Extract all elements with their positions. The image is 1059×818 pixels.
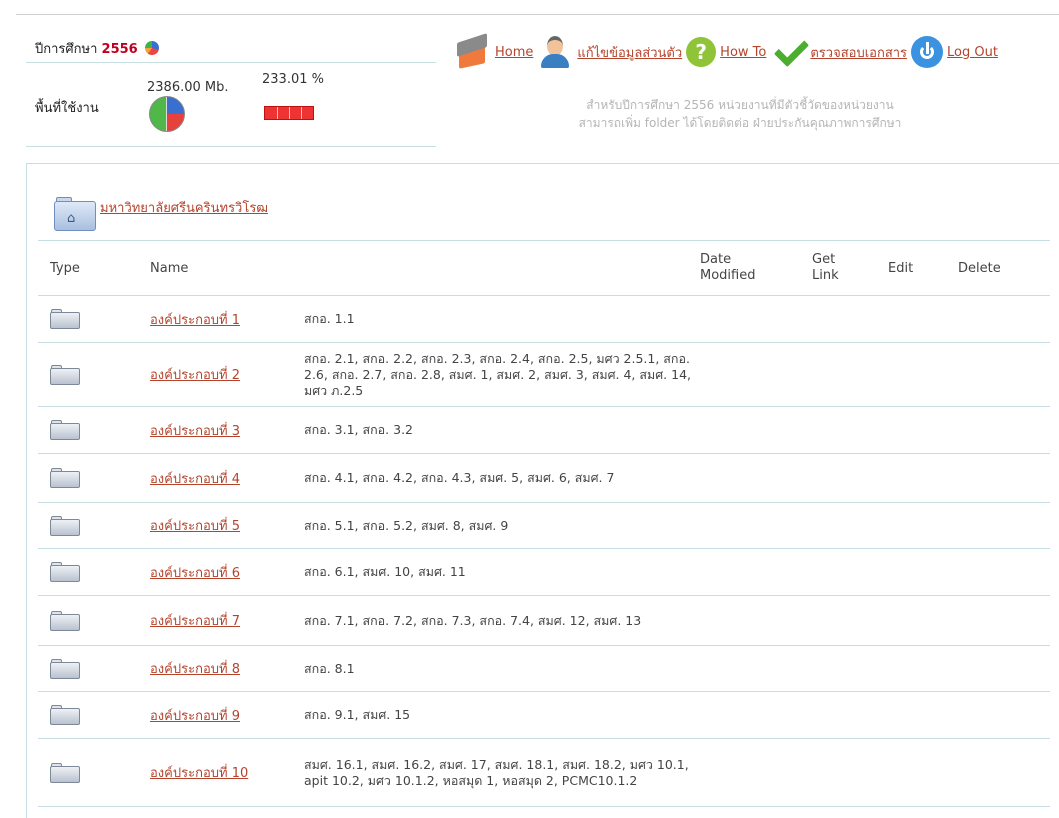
top-nav: Home แก้ไขข้อมูลส่วนตัว ? How To ตรวจสอบ… <box>455 32 1002 72</box>
table-row: องค์ประกอบที่ 9 สกอ. 9.1, สมศ. 15 <box>38 691 1050 739</box>
divider <box>26 62 436 63</box>
notice-line-1: สำหรับปีการศึกษา 2556 หน่วยงานที่มีตัวชี… <box>586 98 894 112</box>
home-icon[interactable] <box>455 34 491 70</box>
nav-howto[interactable]: ? How To <box>686 37 766 67</box>
folder-icon[interactable] <box>50 309 80 329</box>
header-get-link: Get Link <box>812 240 888 296</box>
folder-link[interactable]: องค์ประกอบที่ 9 <box>150 709 240 724</box>
folder-icon[interactable] <box>50 468 80 488</box>
folder-icon[interactable] <box>50 562 80 582</box>
folder-description: สกอ. 9.1, สมศ. 15 <box>304 691 700 739</box>
table-row: องค์ประกอบที่ 4 สกอ. 4.1, สกอ. 4.2, สกอ.… <box>38 453 1050 503</box>
table-row: องค์ประกอบที่ 3 สกอ. 3.1, สกอ. 3.2 <box>38 406 1050 454</box>
table-row: องค์ประกอบที่ 5 สกอ. 5.1, สกอ. 5.2, สมศ.… <box>38 502 1050 549</box>
nav-home[interactable]: Home <box>455 34 533 70</box>
divider <box>26 146 436 147</box>
header-edit: Edit <box>888 240 958 296</box>
folder-description: สกอ. 7.1, สกอ. 7.2, สกอ. 7.3, สกอ. 7.4, … <box>304 595 700 646</box>
table-row: องค์ประกอบที่ 7 สกอ. 7.1, สกอ. 7.2, สกอ.… <box>38 595 1050 646</box>
folder-link[interactable]: องค์ประกอบที่ 7 <box>150 614 240 629</box>
folder-link[interactable]: องค์ประกอบที่ 1 <box>150 313 240 328</box>
folder-icon[interactable] <box>50 364 80 385</box>
folder-link[interactable]: องค์ประกอบที่ 10 <box>150 766 248 781</box>
help-icon[interactable]: ? <box>686 37 717 67</box>
header-blank <box>304 240 700 296</box>
nav-profile[interactable]: แก้ไขข้อมูลส่วนตัว <box>537 34 682 70</box>
folder-link[interactable]: องค์ประกอบที่ 6 <box>150 566 240 581</box>
folder-link[interactable]: องค์ประกอบที่ 2 <box>150 368 240 383</box>
table-row: องค์ประกอบที่ 10 สมศ. 16.1, สมศ. 16.2, ส… <box>38 738 1050 807</box>
year-value: 2556 <box>101 42 138 57</box>
pie-chart-icon <box>144 41 159 55</box>
academic-year: ปีการศึกษา 2556 <box>35 38 159 59</box>
header-date-modified: Date Modified <box>700 240 812 296</box>
window-left-edge <box>0 0 16 817</box>
table-row: องค์ประกอบที่ 8 สกอ. 8.1 <box>38 645 1050 692</box>
folder-icon[interactable] <box>50 420 80 440</box>
check-docs-link[interactable]: ตรวจสอบเอกสาร <box>810 42 907 63</box>
folder-icon[interactable] <box>50 705 80 725</box>
folder-description: สกอ. 4.1, สกอ. 4.2, สกอ. 4.3, สมศ. 5, สม… <box>304 453 700 503</box>
folder-icon[interactable] <box>50 515 80 536</box>
folder-description: สกอ. 3.1, สกอ. 3.2 <box>304 406 700 454</box>
folder-icon[interactable] <box>50 658 80 679</box>
folder-link[interactable]: องค์ประกอบที่ 4 <box>150 472 240 487</box>
header-name: Name <box>150 240 304 296</box>
folder-description: สกอ. 1.1 <box>304 295 700 343</box>
folder-description: สมศ. 16.1, สมศ. 16.2, สมศ. 17, สมศ. 18.1… <box>304 738 700 807</box>
folder-icon[interactable] <box>50 610 80 631</box>
folder-description: สกอ. 2.1, สกอ. 2.2, สกอ. 2.3, สกอ. 2.4, … <box>304 342 700 407</box>
usage-percent: 233.01 % <box>262 72 324 87</box>
window-top-edge <box>0 0 1059 15</box>
usage-pie-icon <box>149 96 185 132</box>
user-edit-icon[interactable] <box>537 34 573 70</box>
table-row: องค์ประกอบที่ 1 สกอ. 1.1 <box>38 295 1050 343</box>
nav-logout[interactable]: Log Out <box>911 36 998 68</box>
header-type: Type <box>38 240 150 296</box>
nav-check-docs[interactable]: ตรวจสอบเอกสาร <box>770 34 907 70</box>
notice-text: สำหรับปีการศึกษา 2556 หน่วยงานที่มีตัวชี… <box>480 96 1000 132</box>
year-label: ปีการศึกษา <box>35 42 98 57</box>
table-header-row: Type Name Date Modified Get Link Edit Dele… <box>38 240 1050 296</box>
header-delete: Delete <box>958 240 1050 296</box>
home-folder-icon[interactable]: ⌂ <box>54 195 96 231</box>
usage-label: พื้นที่ใช้งาน <box>35 101 99 116</box>
usage-bar <box>264 106 314 120</box>
folder-link[interactable]: องค์ประกอบที่ 5 <box>150 519 240 534</box>
folder-description: สกอ. 6.1, สมศ. 10, สมศ. 11 <box>304 548 700 596</box>
table-row: องค์ประกอบที่ 6 สกอ. 6.1, สมศ. 10, สมศ. … <box>38 548 1050 596</box>
breadcrumb-root-link[interactable]: มหาวิทยาลัยศรีนครินทรวิโรฒ <box>100 197 268 218</box>
profile-link[interactable]: แก้ไขข้อมูลส่วนตัว <box>577 42 682 63</box>
notice-line-2: สามารถเพิ่ม folder ได้โดยติดต่อ ฝ่ายประก… <box>578 116 902 130</box>
logout-link[interactable]: Log Out <box>947 45 998 60</box>
breadcrumb: ⌂ มหาวิทยาลัยศรีนครินทรวิโรฒ <box>54 195 268 231</box>
usage-mb: 2386.00 Mb. <box>147 80 229 95</box>
table-row: องค์ประกอบที่ 2 สกอ. 2.1, สกอ. 2.2, สกอ.… <box>38 342 1050 407</box>
power-icon[interactable] <box>911 36 944 68</box>
folder-description: สกอ. 8.1 <box>304 645 700 692</box>
folder-icon[interactable] <box>50 762 80 783</box>
checkmark-icon[interactable] <box>770 34 806 70</box>
folder-link[interactable]: องค์ประกอบที่ 8 <box>150 662 240 677</box>
home-link[interactable]: Home <box>495 45 533 60</box>
folder-description: สกอ. 5.1, สกอ. 5.2, สมศ. 8, สมศ. 9 <box>304 502 700 549</box>
howto-link[interactable]: How To <box>720 45 766 60</box>
folder-link[interactable]: องค์ประกอบที่ 3 <box>150 424 240 439</box>
file-table: Type Name Date Modified Get Link Edit Dele… <box>38 240 1050 807</box>
